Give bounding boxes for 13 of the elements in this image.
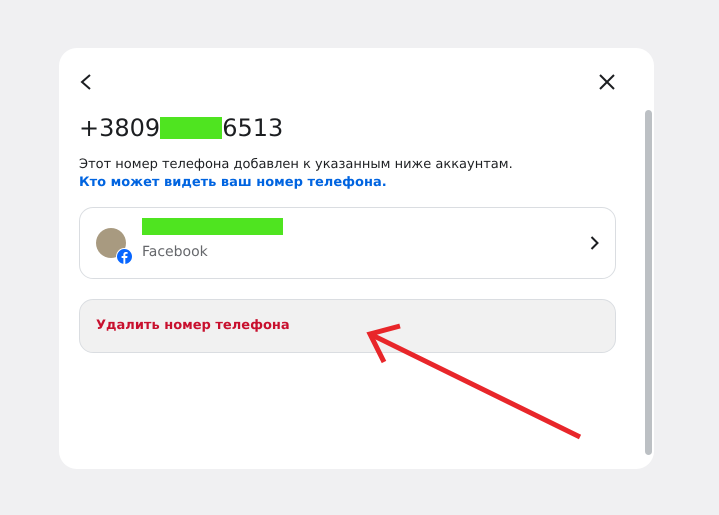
close-button[interactable] [598, 73, 616, 91]
platform-name: Facebook [142, 242, 209, 262]
description-text: Этот номер телефона добавлен к указанным ниже аккаунтам. Кто может видеть ваш номер телефона. [79, 156, 514, 192]
scrollbar[interactable] [645, 110, 652, 455]
delete-phone-button[interactable]: Удалить номер телефона [79, 299, 616, 354]
phone-number-start: +3809 [79, 113, 160, 144]
redaction-block [160, 117, 222, 139]
account-row[interactable]: Facebook [79, 207, 616, 280]
chevron-right-icon [590, 236, 599, 250]
help-link[interactable]: Кто может видеть ваш номер телефона. [79, 174, 387, 190]
phone-number-end: 6513 [222, 113, 284, 144]
back-button[interactable] [79, 73, 93, 91]
facebook-icon [116, 248, 133, 266]
